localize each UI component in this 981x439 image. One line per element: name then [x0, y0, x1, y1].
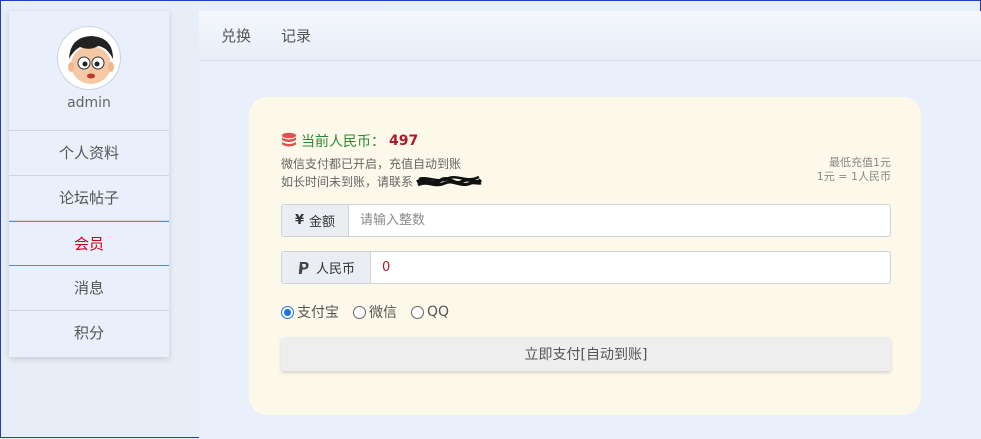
payment-info-note: 微信支付都已开启，充值自动到账: [281, 157, 462, 171]
payment-option-wechat[interactable]: 微信: [353, 302, 397, 322]
main-panel: 兑换 记录 当前人民币： 497 微信支付都已开启，充值自动到账 如长时间未到账…: [199, 11, 981, 439]
amount-addon: ¥ 金额: [282, 205, 349, 236]
sidebar-item-points[interactable]: 积分: [9, 311, 169, 356]
yen-icon: ¥: [294, 213, 305, 228]
sidebar-item-membership[interactable]: 会员: [9, 221, 169, 266]
payment-option-qq[interactable]: QQ: [411, 304, 449, 320]
contact-note: 如长时间未到账，请联系: [281, 173, 483, 190]
coin-stack-icon: [282, 132, 296, 147]
balance-value: 497: [389, 133, 419, 149]
amount-input[interactable]: [349, 205, 890, 236]
app-frame: admin 个人资料 论坛帖子 会员 消息 积分 兑换 记录 当前人民币： 49…: [0, 0, 981, 439]
payment-option-label: 支付宝: [297, 305, 339, 321]
payment-option-label: 微信: [369, 305, 397, 321]
amount-label: 金额: [309, 215, 336, 230]
payment-method-group: 支付宝 微信 QQ: [281, 302, 463, 322]
payment-option-alipay[interactable]: 支付宝: [281, 302, 339, 322]
amount-input-group: ¥ 金额: [281, 204, 891, 237]
rmb-input-group: 人民币: [281, 251, 891, 284]
paypal-icon: [298, 261, 309, 274]
redaction-scribble-icon: [416, 175, 483, 186]
tab-records[interactable]: 记录: [281, 25, 311, 46]
contact-note-text: 如长时间未到账，请联系: [281, 175, 414, 189]
exchange-rate-note: 1元 = 1人民币: [816, 170, 891, 183]
pay-now-button[interactable]: 立即支付[自动到账]: [281, 337, 891, 371]
balance-label: 当前人民币：: [301, 134, 385, 150]
radio-wechat[interactable]: [353, 305, 366, 319]
rmb-addon: 人民币: [282, 252, 371, 283]
rmb-input[interactable]: [371, 252, 890, 283]
tab-bar: 兑换 记录: [199, 11, 981, 61]
tab-exchange[interactable]: 兑换: [221, 25, 251, 46]
balance-line: 当前人民币： 497: [281, 131, 418, 151]
recharge-card: 当前人民币： 497 微信支付都已开启，充值自动到账 如长时间未到账，请联系 最…: [249, 97, 921, 415]
avatar-face-icon: [60, 29, 118, 87]
rmb-label: 人民币: [315, 262, 355, 277]
sidebar-item-profile[interactable]: 个人资料: [9, 131, 169, 176]
payment-option-label: QQ: [427, 304, 450, 320]
sidebar-item-forum-posts[interactable]: 论坛帖子: [9, 176, 169, 221]
sidebar: admin 个人资料 论坛帖子 会员 消息 积分: [9, 11, 169, 357]
avatar[interactable]: [58, 27, 120, 89]
sidebar-item-messages[interactable]: 消息: [9, 266, 169, 311]
radio-alipay[interactable]: [281, 305, 294, 319]
profile-panel: admin: [9, 11, 169, 131]
radio-qq[interactable]: [411, 305, 424, 319]
username: admin: [67, 95, 111, 111]
